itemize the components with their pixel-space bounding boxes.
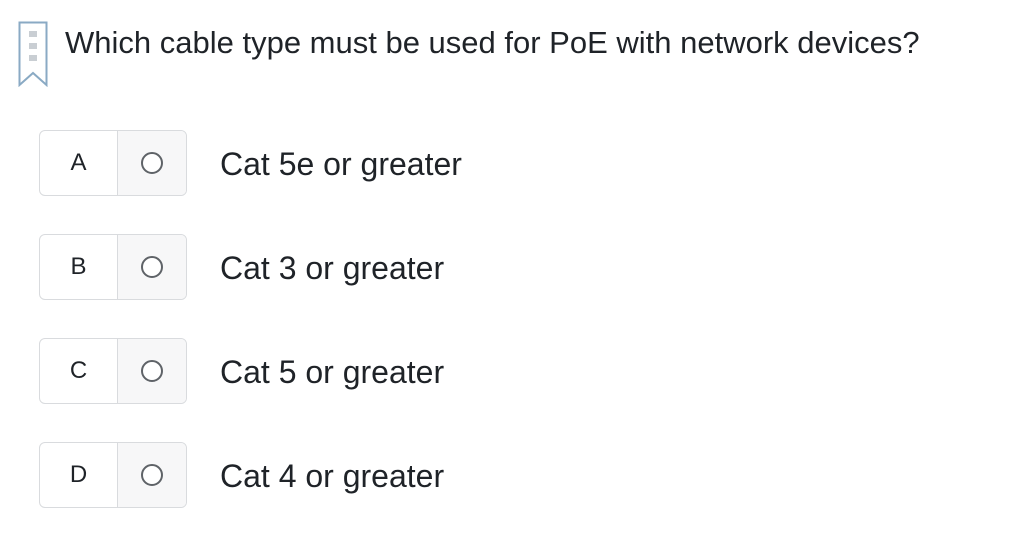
answer-options: A Cat 5e or greater B Cat 3 or greater C… bbox=[39, 130, 979, 546]
option-a-box[interactable]: A bbox=[39, 130, 187, 196]
option-b-letter: B bbox=[40, 235, 118, 299]
option-d-letter: D bbox=[40, 443, 118, 507]
option-c-letter: C bbox=[40, 339, 118, 403]
bookmark-icon[interactable] bbox=[18, 21, 48, 87]
option-a-letter: A bbox=[40, 131, 118, 195]
option-b-radio-cell[interactable] bbox=[118, 235, 186, 299]
option-b[interactable]: B Cat 3 or greater bbox=[39, 234, 979, 302]
question-text: Which cable type must be used for PoE wi… bbox=[65, 25, 920, 60]
option-d[interactable]: D Cat 4 or greater bbox=[39, 442, 979, 510]
radio-d-icon[interactable] bbox=[141, 464, 163, 486]
option-a-radio-cell[interactable] bbox=[118, 131, 186, 195]
option-d-text[interactable]: Cat 4 or greater bbox=[220, 456, 444, 496]
option-b-box[interactable]: B bbox=[39, 234, 187, 300]
option-a[interactable]: A Cat 5e or greater bbox=[39, 130, 979, 198]
option-d-radio-cell[interactable] bbox=[118, 443, 186, 507]
radio-b-icon[interactable] bbox=[141, 256, 163, 278]
option-a-text[interactable]: Cat 5e or greater bbox=[220, 144, 462, 184]
option-c[interactable]: C Cat 5 or greater bbox=[39, 338, 979, 406]
option-c-text[interactable]: Cat 5 or greater bbox=[220, 352, 444, 392]
question-header: Which cable type must be used for PoE wi… bbox=[18, 18, 1008, 88]
option-c-radio-cell[interactable] bbox=[118, 339, 186, 403]
option-b-text[interactable]: Cat 3 or greater bbox=[220, 248, 444, 288]
radio-c-icon[interactable] bbox=[141, 360, 163, 382]
option-d-box[interactable]: D bbox=[39, 442, 187, 508]
radio-a-icon[interactable] bbox=[141, 152, 163, 174]
option-c-box[interactable]: C bbox=[39, 338, 187, 404]
